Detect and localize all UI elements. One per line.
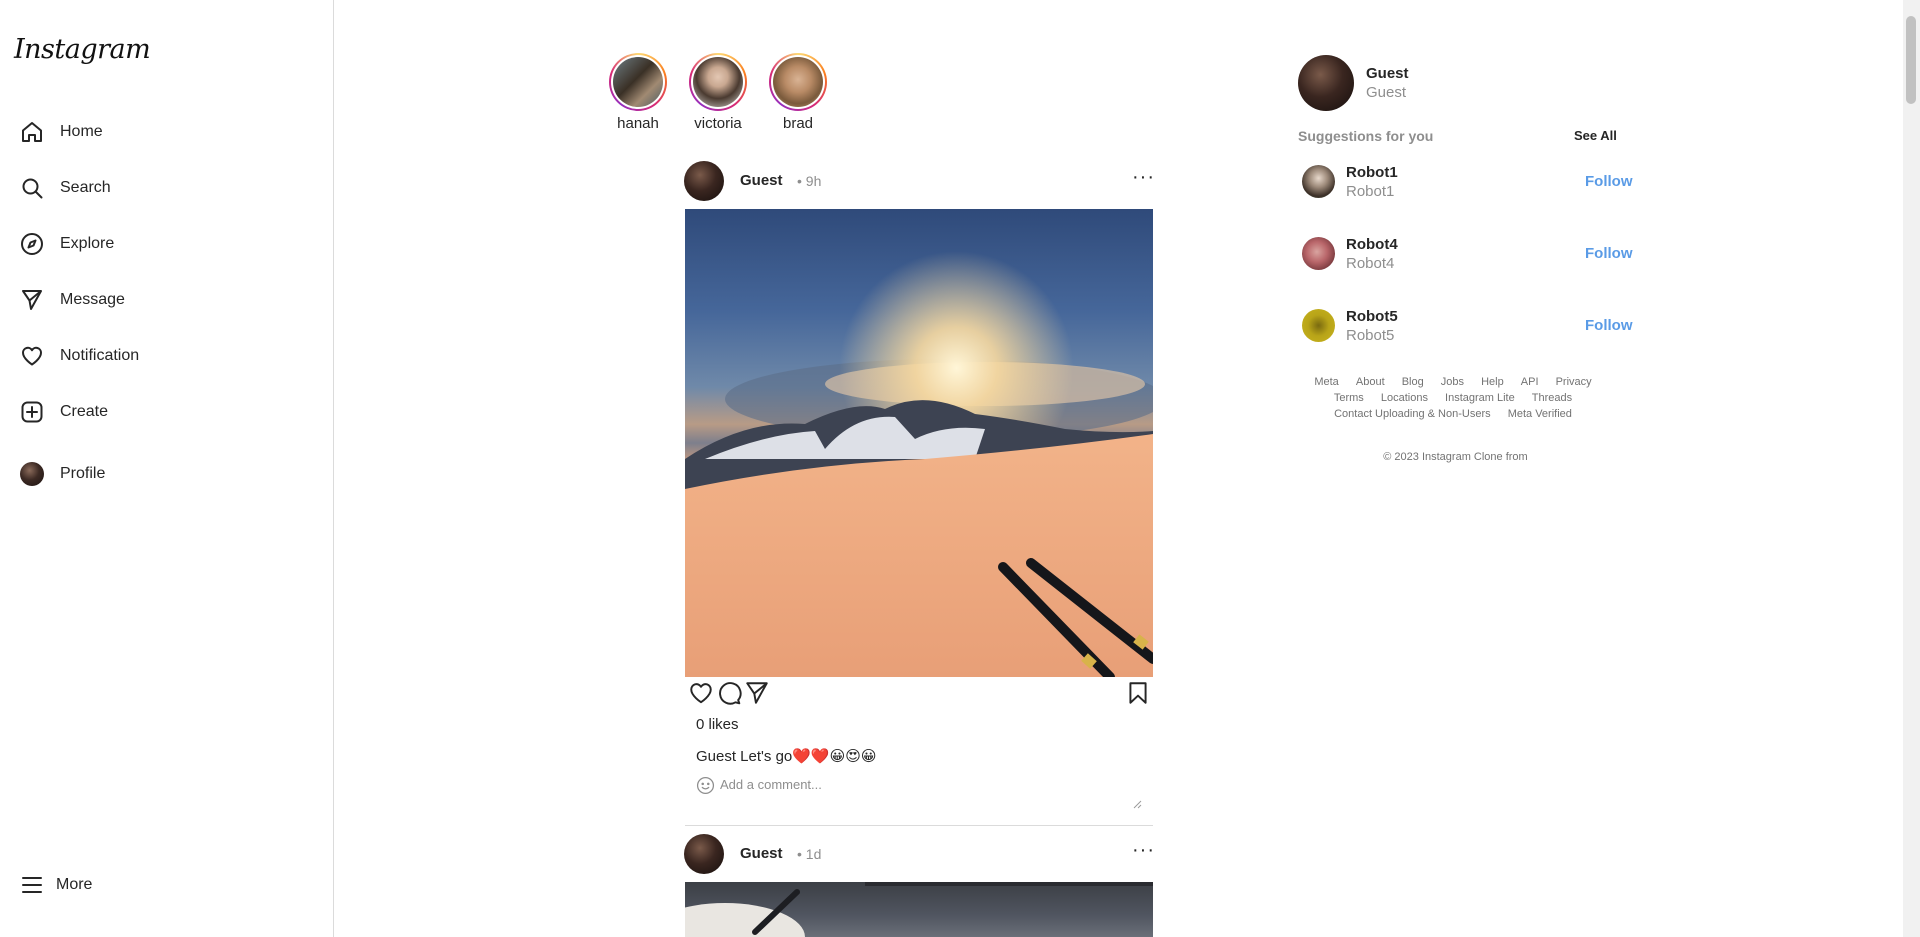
footer-link[interactable]: Privacy [1556, 376, 1592, 388]
suggestion-avatar[interactable] [1302, 309, 1335, 342]
plus-square-icon [18, 398, 46, 426]
footer-link[interactable]: Instagram Lite [1445, 392, 1515, 404]
suggestion-username[interactable]: Robot4 [1346, 236, 1398, 253]
food-photo-image [685, 882, 1153, 937]
avatar-icon [18, 460, 46, 488]
sidebar-item-label: Profile [60, 465, 106, 482]
footer-link[interactable]: Contact Uploading & Non-Users [1334, 408, 1491, 420]
story-ring [689, 53, 747, 111]
suggestion-username[interactable]: Robot5 [1346, 308, 1398, 325]
bookmark-icon[interactable] [1125, 680, 1151, 711]
like-icon[interactable] [688, 680, 714, 711]
sidebar-item-home[interactable]: Home [18, 114, 298, 150]
suggestion-avatar[interactable] [1302, 237, 1335, 270]
footer-link[interactable]: API [1521, 376, 1539, 388]
scrollbar-thumb[interactable] [1906, 16, 1916, 104]
comment-input[interactable]: Add a comment... [720, 777, 822, 792]
current-user-name: Guest [1366, 84, 1407, 101]
sidebar-item-label: More [56, 876, 93, 893]
copyright-text: © 2023 Instagram Clone from [1383, 451, 1528, 463]
sidebar-item-label: Message [60, 291, 125, 308]
scrollbar-track[interactable] [1903, 0, 1920, 937]
sidebar-item-search[interactable]: Search [18, 170, 298, 206]
story-ring [609, 53, 667, 111]
sidebar-item-more[interactable]: More [18, 867, 298, 903]
post-image[interactable] [685, 882, 1153, 937]
comment-box[interactable]: Add a comment... [696, 776, 1142, 814]
heart-icon [18, 342, 46, 370]
ski-landscape-image [685, 209, 1153, 677]
suggestion-name: Robot4 [1346, 255, 1395, 272]
footer-link[interactable]: About [1356, 376, 1385, 388]
sidebar-item-notification[interactable]: Notification [18, 338, 298, 374]
more-options-icon[interactable]: ··· [1132, 839, 1155, 862]
footer-link[interactable]: Meta Verified [1508, 408, 1572, 420]
sidebar-item-message[interactable]: Message [18, 282, 298, 318]
footer-link[interactable]: Threads [1532, 392, 1572, 404]
story-item[interactable]: victoria [683, 53, 753, 132]
story-username: hanah [617, 115, 659, 132]
follow-button[interactable]: Follow [1585, 245, 1633, 262]
footer-link[interactable]: Jobs [1441, 376, 1464, 388]
suggestion-name: Robot5 [1346, 327, 1395, 344]
post-actions [688, 680, 1150, 706]
story-username: brad [782, 115, 814, 132]
suggestion-item: Robot1 Robot1 Follow [1298, 164, 1638, 215]
post-author-username[interactable]: Guest [740, 845, 783, 862]
suggestions-title: Suggestions for you [1298, 128, 1434, 144]
sidebar-item-label: Notification [60, 347, 140, 364]
post-image[interactable] [685, 209, 1153, 677]
post-author-avatar[interactable] [684, 161, 724, 201]
send-icon [18, 286, 46, 314]
story-avatar [613, 57, 663, 107]
suggestion-username[interactable]: Robot1 [1346, 164, 1398, 181]
story-item[interactable]: hanah [603, 53, 673, 132]
current-user-avatar[interactable] [1298, 55, 1354, 111]
share-icon[interactable] [744, 680, 770, 711]
follow-button[interactable]: Follow [1585, 317, 1633, 334]
footer-link[interactable]: Terms [1334, 392, 1364, 404]
post-author-avatar[interactable] [684, 834, 724, 874]
sidebar: Instagram Home Search Explore Message No… [0, 0, 334, 937]
follow-button[interactable]: Follow [1585, 173, 1633, 190]
home-icon [18, 118, 46, 146]
story-ring [769, 53, 827, 111]
story-avatar [693, 57, 743, 107]
comment-icon[interactable] [716, 680, 742, 711]
sidebar-item-label: Search [60, 179, 111, 196]
footer-link[interactable]: Locations [1381, 392, 1428, 404]
suggestion-item: Robot4 Robot4 Follow [1298, 236, 1638, 287]
story-avatar [773, 57, 823, 107]
see-all-link[interactable]: See All [1574, 128, 1617, 143]
footer-link[interactable]: Help [1481, 376, 1504, 388]
compass-icon [18, 230, 46, 258]
footer-links: Meta About Blog Jobs Help API Privacy Te… [1298, 374, 1608, 422]
post-author-username[interactable]: Guest [740, 172, 783, 189]
post-timestamp: • 1d [797, 846, 822, 862]
post-timestamp: • 9h [797, 173, 822, 189]
current-user-username[interactable]: Guest [1366, 65, 1409, 82]
sidebar-item-explore[interactable]: Explore [18, 226, 298, 262]
menu-icon [18, 871, 46, 899]
emoji-icon[interactable] [696, 776, 715, 800]
story-username: victoria [694, 115, 742, 132]
sidebar-item-profile[interactable]: Profile [18, 456, 298, 492]
sidebar-item-create[interactable]: Create [18, 394, 298, 430]
search-icon [18, 174, 46, 202]
sidebar-item-label: Create [60, 403, 109, 420]
post-divider [685, 825, 1153, 826]
story-item[interactable]: brad [763, 53, 833, 132]
sidebar-item-label: Explore [60, 235, 115, 252]
suggestion-avatar[interactable] [1302, 165, 1335, 198]
post-caption: Guest Let's go❤️❤️😀😍😀 [696, 748, 877, 765]
likes-count: 0 likes [696, 716, 739, 733]
suggestion-name: Robot1 [1346, 183, 1395, 200]
suggestion-item: Robot5 Robot5 Follow [1298, 308, 1638, 359]
resize-handle-icon[interactable] [1132, 796, 1142, 814]
instagram-logo[interactable]: Instagram [14, 34, 151, 65]
footer-link[interactable]: Blog [1402, 376, 1424, 388]
sidebar-item-label: Home [60, 123, 103, 140]
more-options-icon[interactable]: ··· [1132, 166, 1155, 189]
footer-link[interactable]: Meta [1314, 376, 1338, 388]
